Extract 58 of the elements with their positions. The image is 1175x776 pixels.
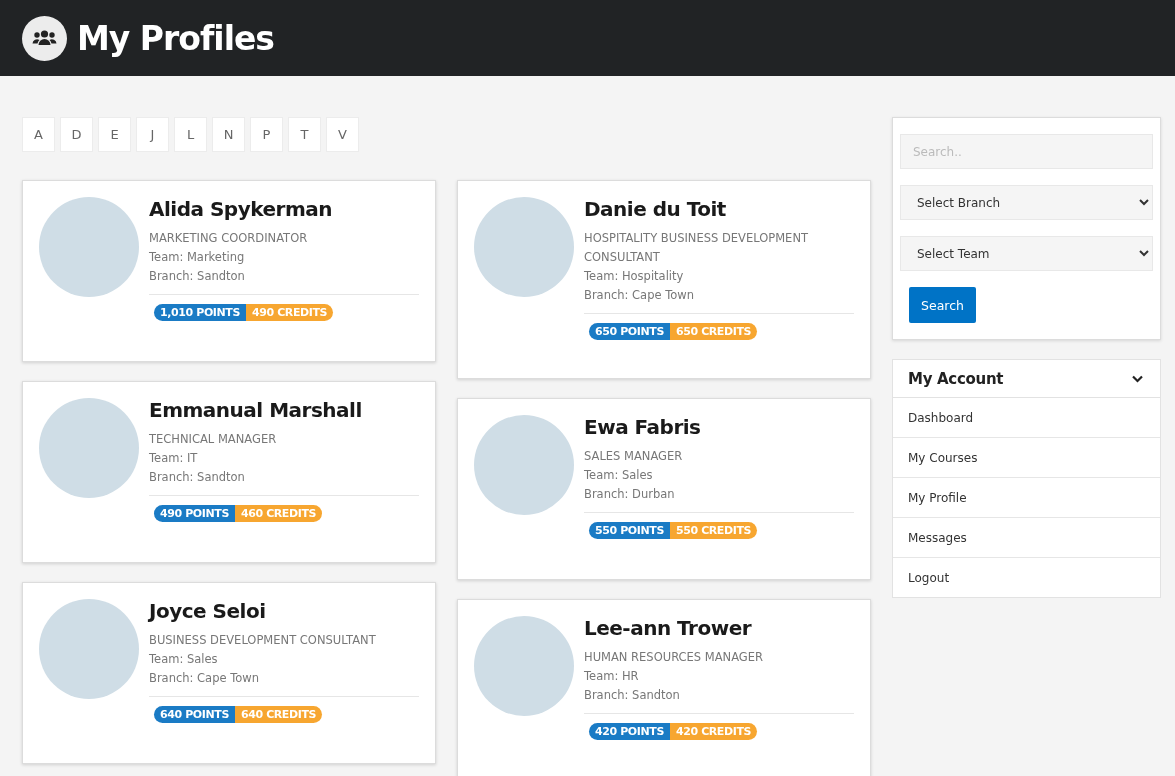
team-label: Team: IT bbox=[149, 450, 199, 467]
branch-label: Branch: Cape Town bbox=[149, 670, 260, 687]
search-button[interactable]: Search bbox=[909, 287, 976, 323]
credits-badge: 550 CREDITS bbox=[669, 522, 758, 539]
branch-select[interactable]: Select Branch bbox=[900, 185, 1153, 220]
branch-label: Branch: Durban bbox=[584, 486, 676, 503]
credits-badge: 490 CREDITS bbox=[245, 304, 334, 321]
branch-label: Branch: Sandton bbox=[149, 469, 246, 486]
branch-label: Branch: Sandton bbox=[149, 268, 246, 285]
team-label: Team: Sales bbox=[584, 467, 654, 484]
team-label: Team: HR bbox=[584, 668, 640, 685]
profile-name: Joyce Seloi bbox=[149, 599, 267, 623]
points-badge: 640 POINTS bbox=[154, 706, 235, 723]
letter-filter[interactable]: A bbox=[22, 117, 55, 152]
job-title: SALES MANAGER bbox=[584, 448, 684, 465]
branch-label: Branch: Cape Town bbox=[584, 287, 695, 304]
profile-name: Lee-ann Trower bbox=[584, 616, 753, 640]
profile-name: Danie du Toit bbox=[584, 197, 727, 221]
points-badge: 1,010 POINTS bbox=[154, 304, 246, 321]
menu-item[interactable]: Dashboard bbox=[893, 398, 1160, 438]
credits-badge: 420 CREDITS bbox=[669, 723, 758, 740]
team-select[interactable]: Select Team bbox=[900, 236, 1153, 271]
credits-badge: 460 CREDITS bbox=[234, 505, 323, 522]
points-badge: 550 POINTS bbox=[589, 522, 670, 539]
menu-heading: My Account bbox=[908, 369, 1004, 388]
credits-badge: 640 CREDITS bbox=[234, 706, 323, 723]
profile-name: Alida Spykerman bbox=[149, 197, 333, 221]
search-field[interactable]: Search.. bbox=[900, 134, 1153, 169]
profile-name: Ewa Fabris bbox=[584, 415, 702, 439]
letter-filter[interactable]: N bbox=[212, 117, 245, 152]
menu-item[interactable]: My Courses bbox=[893, 438, 1160, 478]
job-title: MARKETING COORDINATOR bbox=[149, 230, 309, 247]
chevron-down-icon[interactable] bbox=[1132, 374, 1143, 383]
branch-label: Branch: Sandton bbox=[584, 687, 681, 704]
profile-name: Emmanual Marshall bbox=[149, 398, 363, 422]
job-title: HUMAN RESOURCES MANAGER bbox=[584, 649, 765, 666]
users-icon bbox=[22, 15, 67, 61]
letter-filter[interactable]: D bbox=[60, 117, 93, 152]
letter-filter[interactable]: P bbox=[250, 117, 283, 152]
menu-item[interactable]: My Profile bbox=[893, 478, 1160, 518]
letter-filter[interactable]: E bbox=[98, 117, 131, 152]
team-label: Team: Marketing bbox=[149, 249, 246, 266]
points-badge: 420 POINTS bbox=[589, 723, 670, 740]
team-label: Team: Sales bbox=[149, 651, 219, 668]
letter-filter[interactable]: V bbox=[326, 117, 359, 152]
credits-badge: 650 CREDITS bbox=[669, 323, 758, 340]
letter-filter[interactable]: T bbox=[288, 117, 321, 152]
points-badge: 650 POINTS bbox=[589, 323, 670, 340]
menu-item[interactable]: Logout bbox=[893, 558, 1160, 597]
points-badge: 490 POINTS bbox=[154, 505, 235, 522]
menu-item[interactable]: Messages bbox=[893, 518, 1160, 558]
job-title: BUSINESS DEVELOPMENT CONSULTANT bbox=[149, 632, 377, 649]
job-title: HOSPITALITY BUSINESS DEVELOPMENT CONSULTANT bbox=[584, 230, 809, 266]
letter-filter[interactable]: J bbox=[136, 117, 169, 152]
letter-filter[interactable]: L bbox=[174, 117, 207, 152]
team-label: Team: Hospitality bbox=[584, 268, 685, 285]
page-title: My Profiles bbox=[77, 18, 274, 58]
job-title: TECHNICAL MANAGER bbox=[149, 431, 278, 448]
